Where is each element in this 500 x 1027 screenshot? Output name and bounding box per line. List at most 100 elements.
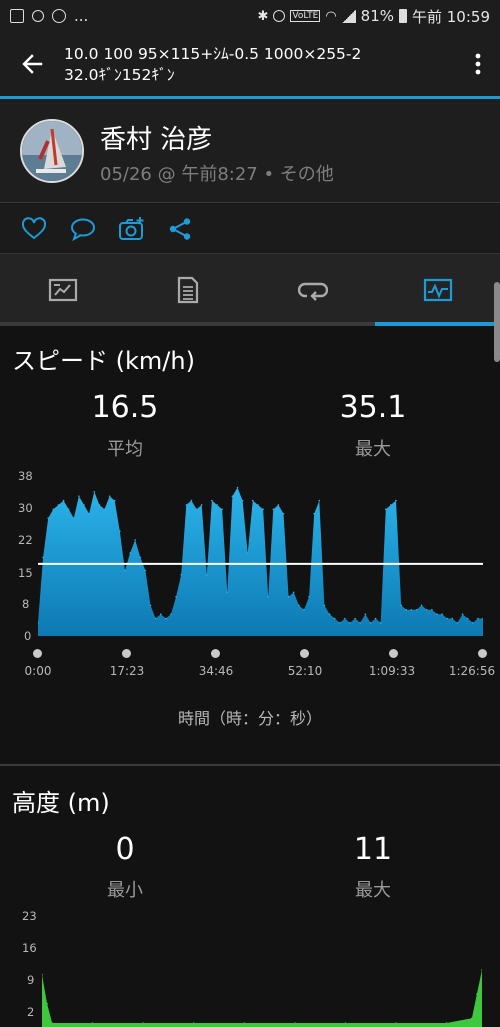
speed-data-point [62, 499, 65, 502]
speed-data-point [134, 539, 136, 541]
status-left: ... [10, 7, 88, 25]
activity-title-line1: 10.0 100 95×115+ｼﾑ-0.5 1000×255-2 [64, 45, 362, 63]
speed-x-axis-title: 時間（時：分：秒） [177, 709, 322, 728]
battery-percent: 81% [360, 7, 394, 25]
speed-y-tick-22: 22 [18, 533, 33, 547]
speed-data-point [221, 508, 223, 511]
speed-data-point [57, 504, 60, 506]
speed-data-point [354, 617, 356, 620]
speed-data-point [420, 604, 423, 607]
elevation-data-point [192, 1022, 195, 1024]
speed-data-point [108, 495, 111, 497]
activity-meta: 05/26 @ 午前8:27 • その他 [100, 164, 334, 185]
charts-tab-icon [423, 278, 452, 302]
tab-laps[interactable] [250, 254, 375, 326]
speed-data-point [42, 556, 44, 559]
speed-data-point [139, 556, 142, 559]
speed-data-point [154, 617, 157, 620]
speed-data-point [185, 504, 188, 506]
speed-data-point [262, 508, 264, 511]
laps-tab-icon [297, 282, 328, 301]
speed-data-point [211, 499, 213, 502]
speed-data-point [124, 569, 126, 572]
avatar[interactable] [20, 119, 84, 183]
speed-data-point [323, 604, 326, 607]
activity-title-line2: 32.0ｷﾞﾝ152ｷﾞﾝ [64, 66, 175, 84]
elevation-data-point [42, 973, 43, 976]
speed-data-point [364, 613, 367, 615]
speed-data-point [165, 617, 167, 620]
speed-max-label: 最大 [355, 439, 391, 460]
speed-data-point [425, 609, 428, 611]
speed-data-point [200, 504, 203, 506]
elevation-data-point [471, 1017, 473, 1019]
comment-button[interactable] [69, 215, 97, 243]
more-button[interactable] [456, 32, 500, 96]
speed-y-tick-15: 15 [18, 566, 33, 580]
elevation-series-area [42, 969, 482, 1027]
elevation-data-point [142, 1022, 144, 1024]
windsurf-photo [22, 121, 82, 181]
speed-y-tick-30: 30 [18, 501, 33, 515]
tab-bar [0, 254, 500, 326]
speed-title: スピード (km/h) [12, 347, 195, 375]
speed-data-point [390, 504, 392, 506]
speed-y-tick-8: 8 [22, 597, 30, 611]
speed-data-point [349, 622, 351, 624]
speed-x-tick-dot [33, 649, 42, 658]
speed-x-tick-dot [122, 649, 131, 658]
share-button[interactable] [166, 215, 194, 243]
alarm-icon [273, 10, 286, 22]
speed-data-point [267, 595, 269, 598]
tab-charts[interactable] [375, 254, 500, 326]
speed-data-point [103, 508, 106, 511]
elevation-min-value: 0 [115, 832, 135, 867]
share-icon [169, 218, 191, 240]
back-button[interactable] [0, 32, 64, 96]
speed-data-point [374, 617, 377, 620]
speed-data-point [400, 604, 403, 607]
speed-chart[interactable] [38, 470, 483, 640]
speed-x-tick-label: 52:10 [287, 664, 323, 678]
speed-data-point [410, 609, 413, 611]
speed-data-point [466, 617, 469, 620]
speed-data-point [405, 609, 408, 611]
speed-data-point [236, 486, 239, 489]
speed-data-point [180, 574, 182, 576]
elevation-max-value: 11 [353, 832, 393, 867]
app-bar: 10.0 100 95×115+ｼﾑ-0.5 1000×255-2 32.0ｷﾞ… [0, 32, 500, 96]
speed-y-tick-38: 38 [18, 469, 33, 483]
speed-data-point [129, 552, 131, 554]
scrollbar-thumb[interactable] [494, 282, 500, 362]
speed-x-tick-label: 1:26:56 [448, 664, 496, 678]
speed-data-point [149, 604, 152, 607]
speed-data-point [93, 491, 96, 493]
speed-data-point [241, 499, 244, 502]
user-name[interactable]: 香村 治彦 [100, 119, 212, 156]
signal-icon [341, 9, 356, 23]
speed-data-point [83, 504, 85, 506]
like-button[interactable] [20, 215, 48, 243]
speed-x-tick-label: 1:09:33 [368, 664, 416, 678]
elevation-chart[interactable] [42, 960, 482, 1027]
speed-data-point [395, 499, 397, 502]
elevation-data-point [481, 969, 482, 971]
speed-x-tick-dot [389, 649, 398, 658]
speed-x-tick-label: 34:46 [198, 664, 234, 678]
speed-data-point [190, 499, 193, 502]
speed-data-point [436, 613, 438, 615]
battery-icon [399, 9, 407, 23]
speed-avg-value: 16.5 [91, 390, 159, 425]
status-bar: ... ✱ VoLTE ◠ 81% 午前 10:59 [0, 0, 500, 32]
speed-data-point [47, 517, 49, 519]
speed-data-point [339, 622, 341, 624]
tab-summary[interactable] [0, 254, 125, 326]
add-photo-button[interactable] [118, 215, 146, 243]
bluetooth-icon: ✱ [257, 8, 269, 24]
speed-data-point [333, 617, 336, 620]
speed-data-point [231, 495, 234, 497]
elevation-data-point [476, 993, 478, 995]
tab-details[interactable] [125, 254, 250, 326]
speed-data-point [73, 517, 75, 519]
speed-data-point [98, 504, 101, 506]
